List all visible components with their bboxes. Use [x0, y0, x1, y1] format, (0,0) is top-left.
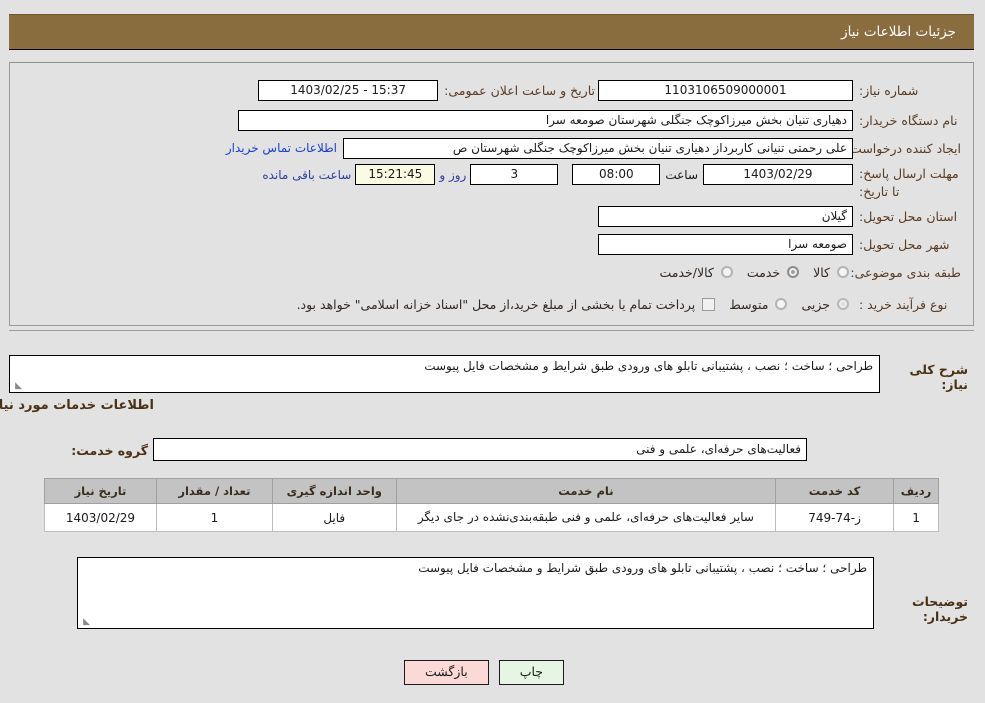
- column-header-unit: واحد اندازه گیری: [272, 478, 398, 504]
- deadline-label: مهلت ارسال پاسخ: تا تاریخ:: [860, 166, 960, 200]
- city-label: شهر محل تحویل:: [860, 236, 951, 252]
- category-option-0-label: کالا: [814, 264, 831, 280]
- row-city: شهر محل تحویل: صومعه سرا: [599, 231, 962, 257]
- column-header-name: نام خدمت: [396, 478, 778, 504]
- print-button[interactable]: چاپ: [499, 660, 565, 685]
- action-buttons: چاپ بازگشت: [404, 660, 565, 685]
- category-option-2-label: کالا/خدمت: [660, 264, 715, 280]
- back-button[interactable]: بازگشت: [404, 660, 490, 685]
- table-row: 1 ز-74-749 سایر فعالیت‌های حرفه‌ای، علمی…: [45, 502, 940, 533]
- row-category: طبقه بندی موضوعی: کالا خدمت کالا/خدمت: [650, 259, 962, 285]
- cell-index: 1: [894, 502, 940, 533]
- remaining-days-label: روز و: [440, 167, 468, 182]
- remaining-time-label: ساعت باقی مانده: [263, 167, 353, 182]
- remaining-days-value: 3: [471, 164, 560, 185]
- services-section-title: اطلاعات خدمات مورد نیاز: [0, 398, 155, 413]
- category-radio-group: کالا خدمت کالا/خدمت: [650, 265, 854, 280]
- category-option-1-label: خدمت: [747, 264, 782, 280]
- services-table: ردیف کد خدمت نام خدمت واحد اندازه گیری ت…: [45, 478, 940, 533]
- category-label: طبقه بندی موضوعی:: [851, 264, 962, 280]
- column-header-code: کد خدمت: [776, 478, 896, 504]
- need-number-value: 1103106509000001: [599, 79, 854, 101]
- cell-name: سایر فعالیت‌های حرفه‌ای، علمی و فنی طبقه…: [396, 502, 778, 533]
- cell-need-date: 1403/02/29: [45, 502, 158, 533]
- buyer-notes-label: توضیحات خریدار:: [913, 594, 969, 624]
- process-radio-jozei[interactable]: [838, 298, 850, 310]
- cell-unit: فایل: [272, 502, 398, 533]
- province-value: گیلان: [599, 205, 854, 227]
- column-header-date: تاریخ نیاز: [45, 478, 158, 504]
- process-radio-group: جزیی متوسط پرداخت تمام یا بخشی از مبلغ خ…: [288, 297, 854, 312]
- resize-grip-icon-notes[interactable]: ◣: [81, 617, 91, 627]
- row-need-number: شماره نیاز: 1103106509000001: [599, 77, 962, 103]
- table-header-row: ردیف کد خدمت نام خدمت واحد اندازه گیری ت…: [45, 478, 940, 504]
- buyer-org-value: دهیاری تنیان بخش میرزاکوچک جنگلی شهرستان…: [239, 109, 854, 131]
- cell-quantity: 1: [156, 502, 274, 533]
- row-buyer-org: نام دستگاه خریدار: دهیاری تنیان بخش میرز…: [239, 107, 962, 133]
- buyer-notes-value: طراحی ؛ ساخت ؛ نصب ، پشتیبانی تابلو های …: [419, 561, 868, 575]
- creator-value: علی رحمتی تنیانی کاربرداز دهیاری تنیان ب…: [344, 137, 854, 159]
- category-radio-kala-khedmat[interactable]: [721, 266, 734, 278]
- treasury-checkbox-label: پرداخت تمام یا بخشی از مبلغ خرید،از محل …: [297, 296, 697, 312]
- row-deadline: مهلت ارسال پاسخ: تا تاریخ: 1403/02/29 سا…: [259, 163, 962, 203]
- column-header-quantity: تعداد / مقدار: [156, 478, 274, 504]
- remaining-time-value: 15:21:45: [356, 164, 437, 185]
- service-group-value: فعالیت‌های حرفه‌ای، علمی و فنی: [154, 438, 808, 461]
- need-desc-textarea[interactable]: طراحی ؛ ساخت ؛ نصب ، پشتیبانی تابلو های …: [10, 355, 881, 393]
- treasury-checkbox[interactable]: [703, 297, 717, 311]
- section-divider: [10, 330, 975, 331]
- resize-grip-icon[interactable]: ◣: [13, 381, 23, 391]
- page-title: جزئیات اطلاعات نیاز: [842, 24, 957, 40]
- buyer-contact-link[interactable]: اطلاعات تماس خریدار: [227, 141, 344, 155]
- need-desc-value: طراحی ؛ ساخت ؛ نصب ، پشتیبانی تابلو های …: [425, 359, 874, 373]
- buyer-org-label: نام دستگاه خریدار:: [860, 112, 959, 128]
- need-info-panel: شماره نیاز: 1103106509000001 تاریخ و ساع…: [10, 62, 975, 326]
- column-header-index: ردیف: [894, 478, 940, 504]
- process-option-1-label: متوسط: [730, 296, 770, 312]
- row-creator: ایجاد کننده درخواست: علی رحمتی تنیانی کا…: [227, 135, 962, 161]
- process-label: نوع فرآیند خرید :: [860, 296, 949, 312]
- row-province: استان محل تحویل: گیلان: [599, 203, 962, 229]
- deadline-date-value: 1403/02/29: [704, 164, 854, 185]
- service-group-label: گروه خدمت:: [72, 443, 149, 458]
- page-root: جزئیات اطلاعات نیاز AnaTender.net شماره …: [0, 0, 985, 703]
- creator-label: ایجاد کننده درخواست:: [846, 140, 962, 156]
- announce-datetime-label: تاریخ و ساعت اعلان عمومی:: [445, 82, 596, 98]
- row-process: نوع فرآیند خرید : جزیی متوسط پرداخت تمام…: [288, 291, 962, 317]
- buyer-notes-textarea[interactable]: طراحی ؛ ساخت ؛ نصب ، پشتیبانی تابلو های …: [78, 557, 875, 629]
- deadline-hour-value: 08:00: [573, 164, 662, 185]
- province-label: استان محل تحویل:: [860, 208, 959, 224]
- deadline-hour-label: ساعت: [666, 167, 699, 182]
- category-radio-khedmat[interactable]: [788, 266, 801, 278]
- city-value: صومعه سرا: [599, 233, 854, 255]
- category-radio-kala[interactable]: [838, 266, 850, 278]
- need-desc-label: شرح کلی نیاز:: [910, 362, 969, 392]
- announce-datetime-value: 15:37 - 1403/02/25: [259, 79, 440, 101]
- process-radio-motavaset[interactable]: [776, 298, 789, 310]
- page-title-bar: جزئیات اطلاعات نیاز: [10, 14, 975, 50]
- deadline-fields: 1403/02/29 ساعت 08:00 3 روز و 15:21:45 س…: [259, 163, 854, 185]
- process-option-0-label: جزیی: [802, 296, 831, 312]
- need-number-label: شماره نیاز:: [860, 82, 920, 98]
- row-announce-datetime: تاریخ و ساعت اعلان عمومی: 15:37 - 1403/0…: [259, 77, 596, 103]
- cell-code: ز-74-749: [776, 502, 896, 533]
